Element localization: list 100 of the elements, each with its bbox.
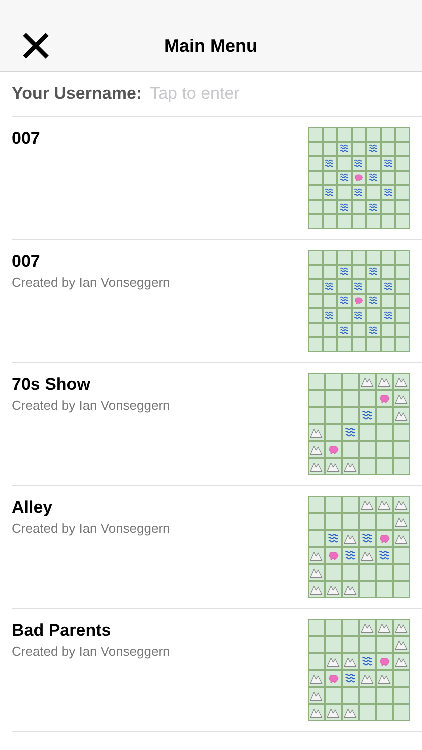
map-tile — [309, 531, 324, 546]
map-tile — [309, 374, 324, 389]
level-map[interactable] — [308, 373, 410, 475]
map-tile — [326, 637, 341, 652]
map-tile — [396, 215, 409, 228]
map-tile — [343, 688, 358, 703]
map-tile — [352, 338, 366, 351]
map-tile — [338, 280, 351, 293]
map-tile — [382, 266, 394, 278]
map-tile — [326, 565, 341, 580]
map-tile — [324, 324, 336, 336]
map-tile — [309, 391, 324, 406]
level-title: Bad Parents — [12, 621, 112, 641]
map-tile — [382, 251, 394, 264]
map-tile — [352, 324, 366, 336]
map-tile — [309, 637, 324, 652]
map-tile — [377, 408, 392, 423]
level-map[interactable] — [308, 127, 410, 229]
map-tile — [396, 157, 409, 170]
map-tile — [309, 157, 322, 170]
map-tile — [377, 425, 392, 440]
map-tile — [309, 172, 322, 184]
close-button[interactable]: ✕ — [14, 26, 58, 70]
map-tile — [309, 200, 322, 214]
screen-title: Main Menu — [164, 36, 258, 57]
map-tile — [394, 425, 409, 440]
map-tile — [360, 688, 375, 703]
map-tile — [396, 172, 409, 184]
map-tile — [326, 514, 341, 529]
map-tile — [396, 186, 409, 199]
map-tile — [396, 266, 409, 278]
map-tile — [309, 408, 324, 423]
map-tile — [377, 637, 392, 652]
map-tile — [394, 442, 409, 457]
map-tile — [360, 705, 375, 720]
map-tile — [382, 215, 394, 228]
map-tile — [382, 128, 394, 141]
map-tile — [309, 309, 322, 322]
map-tile — [367, 128, 380, 141]
level-title: Alley — [12, 498, 54, 518]
map-tile — [382, 338, 394, 351]
map-tile — [382, 294, 394, 308]
map-tile — [377, 705, 392, 720]
map-tile — [309, 497, 324, 512]
map-tile — [338, 186, 351, 199]
map-tile — [360, 425, 375, 440]
map-tile — [377, 514, 392, 529]
map-tile — [338, 215, 351, 228]
map-tile — [394, 705, 409, 720]
map-tile — [326, 497, 341, 512]
map-tile — [324, 200, 336, 214]
map-tile — [343, 408, 358, 423]
level-map[interactable] — [308, 496, 410, 598]
level-map[interactable] — [308, 619, 410, 721]
map-tile — [309, 266, 322, 278]
map-tile — [352, 251, 366, 264]
map-tile — [382, 172, 394, 184]
map-tile — [367, 280, 380, 293]
map-tile — [324, 251, 336, 264]
map-tile — [326, 688, 341, 703]
map-tile — [396, 200, 409, 214]
map-tile — [343, 374, 358, 389]
map-tile — [360, 391, 375, 406]
level-title: 007 — [12, 252, 42, 272]
map-tile — [367, 215, 380, 228]
map-tile — [309, 338, 322, 351]
map-tile — [343, 391, 358, 406]
map-tile — [367, 186, 380, 199]
map-tile — [377, 565, 392, 580]
map-tile — [352, 200, 366, 214]
level-map[interactable] — [308, 250, 410, 352]
map-tile — [343, 637, 358, 652]
map-tile — [309, 654, 324, 669]
map-tile — [367, 157, 380, 170]
map-tile — [360, 442, 375, 457]
map-tile — [324, 142, 336, 156]
map-tile — [326, 620, 341, 635]
map-tile — [382, 142, 394, 156]
map-tile — [343, 497, 358, 512]
map-tile — [309, 294, 322, 308]
username-label: Your Username: — [12, 84, 142, 104]
map-tile — [367, 309, 380, 322]
map-tile — [360, 637, 375, 652]
level-title: 007 — [12, 129, 40, 149]
map-tile — [360, 514, 375, 529]
map-tile — [352, 266, 366, 278]
map-tile — [309, 280, 322, 293]
map-tile — [343, 514, 358, 529]
map-tile — [338, 338, 351, 351]
map-tile — [352, 215, 366, 228]
map-tile — [396, 280, 409, 293]
map-tile — [352, 142, 366, 156]
map-tile — [396, 142, 409, 156]
map-tile — [360, 582, 375, 597]
map-tile — [396, 338, 409, 351]
map-tile — [309, 324, 322, 336]
map-tile — [326, 391, 341, 406]
map-tile — [309, 128, 322, 141]
map-tile — [338, 251, 351, 264]
map-tile — [394, 582, 409, 597]
